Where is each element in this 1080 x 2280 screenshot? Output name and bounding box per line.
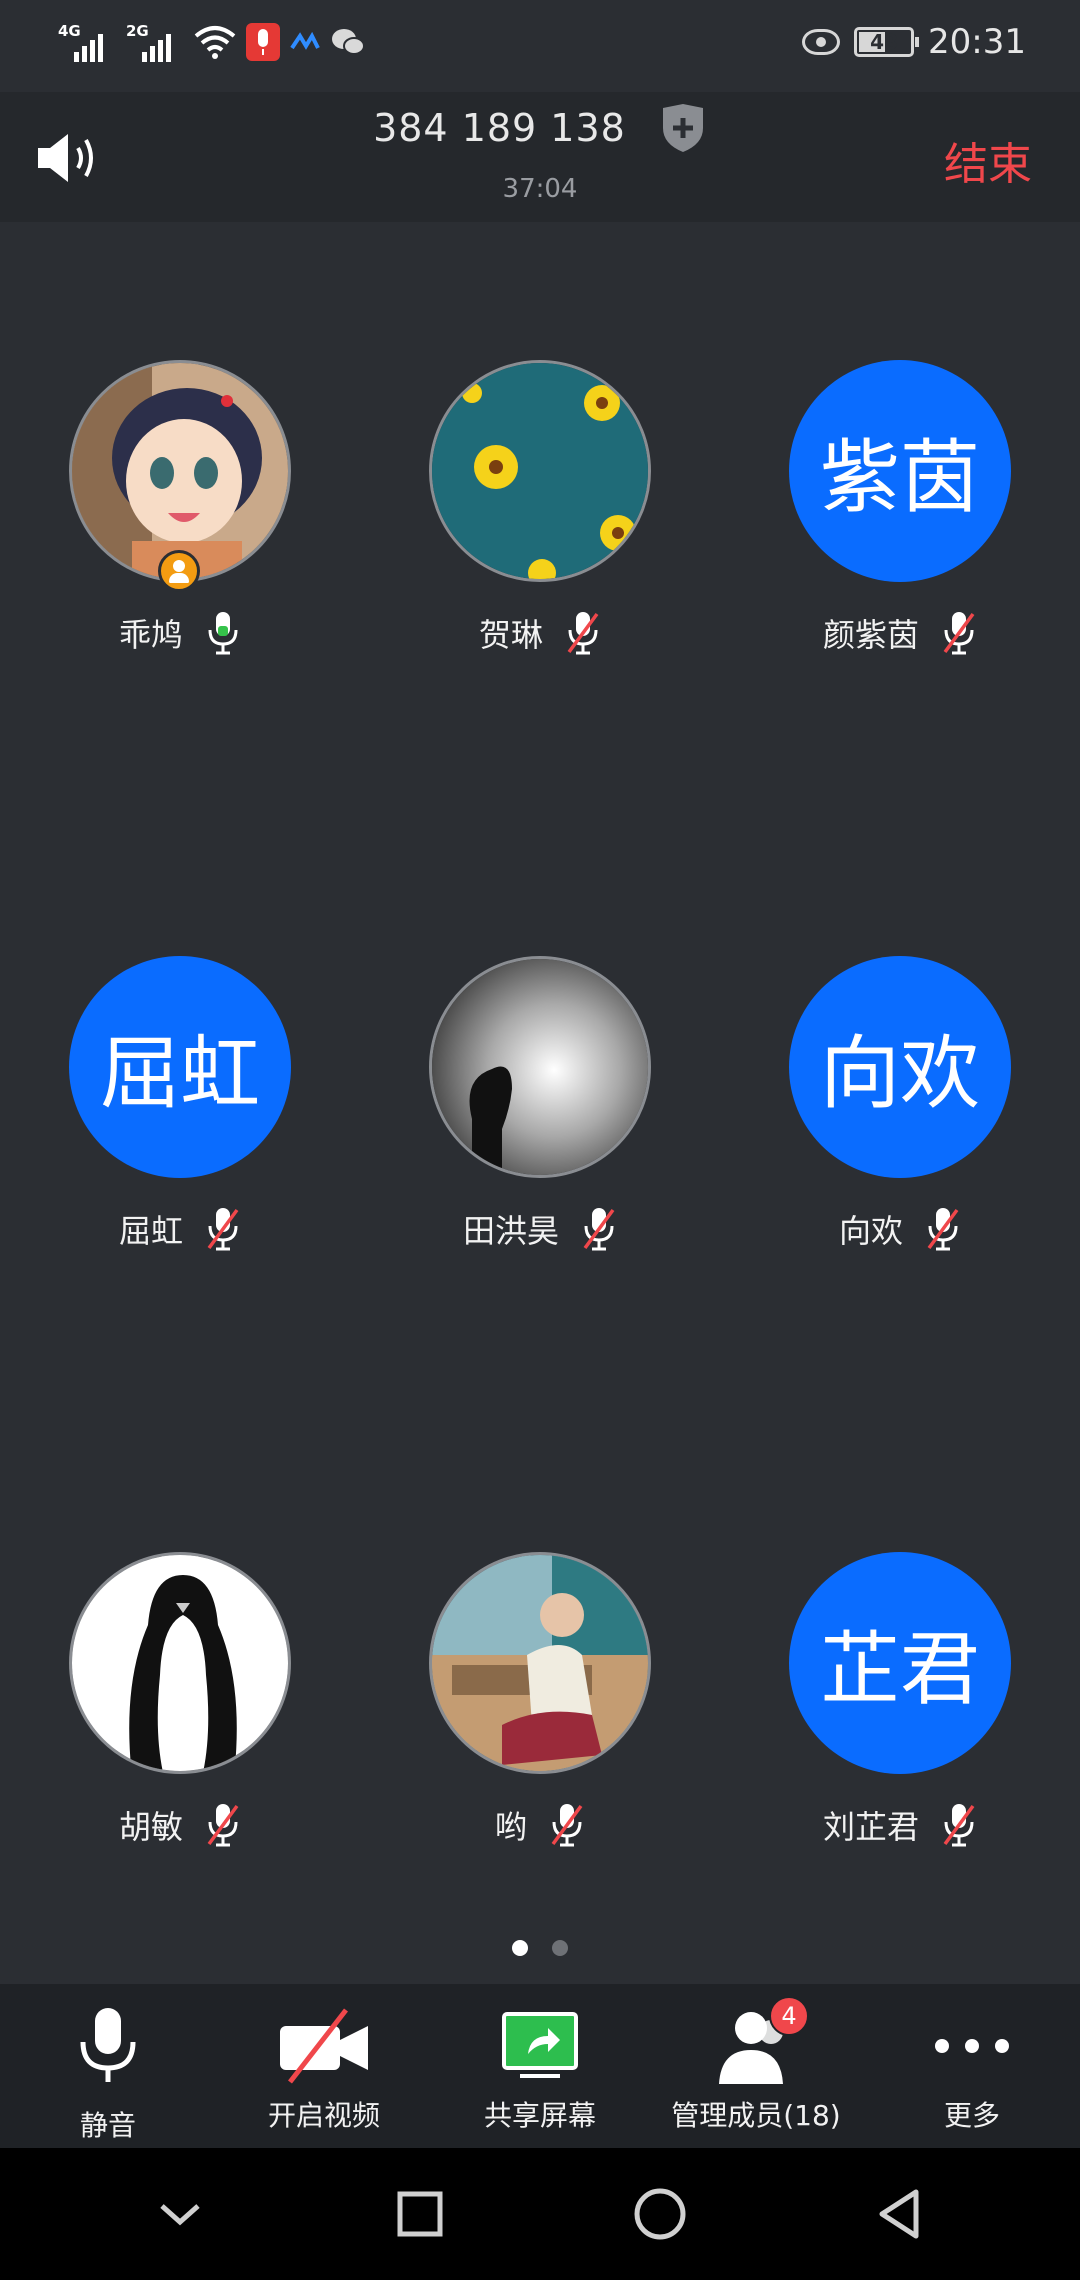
participant-name-row: 屈虹 (0, 1206, 360, 1252)
back-icon[interactable] (860, 2174, 940, 2254)
more-dots-icon (935, 2039, 1009, 2053)
more-button[interactable]: 更多 (864, 1984, 1080, 2148)
participant-name-row: 向欢 (720, 1206, 1080, 1252)
participant-name: 刘芷君 (822, 1808, 919, 1846)
mic-muted-icon (207, 1804, 239, 1847)
participant-tile[interactable]: 胡敏 (0, 1552, 300, 1872)
participant-tile[interactable]: 哟 (360, 1552, 660, 1872)
microphone-icon (80, 2008, 136, 2082)
cellular-signal-icon-2: 2G (126, 22, 184, 62)
avatar-initials: 向欢 (789, 956, 1011, 1178)
status-icons-right: 48 20:31 (802, 22, 1026, 62)
home-icon[interactable] (620, 2174, 700, 2254)
participant-name: 胡敏 (118, 1808, 183, 1846)
meeting-id: 384 189 138 (373, 106, 626, 150)
participant-name-row: 刘芷君 (720, 1802, 1080, 1848)
status-bar: 4G 2G 48 20:31 (0, 0, 1080, 92)
participant-tile[interactable]: 田洪昊 (360, 956, 660, 1276)
members-badge: 4 (769, 1996, 809, 2036)
system-nav-bar (0, 2148, 1080, 2280)
participant-name-row: 乖鸠 (0, 610, 360, 656)
meeting-toolbar: 静音 开启视频 共享屏幕 4 管理成员(18) 更多 (0, 1984, 1080, 2148)
participant-name: 颜紫茵 (822, 616, 919, 654)
app-notification-icon (290, 32, 320, 50)
chevron-down-icon[interactable] (140, 2174, 220, 2254)
mic-muted-icon (567, 612, 599, 655)
video-off-icon (280, 2008, 368, 2084)
participant-name: 贺琳 (478, 616, 543, 654)
start-video-button[interactable]: 开启视频 (216, 1984, 432, 2148)
participant-name-row: 贺琳 (360, 610, 720, 656)
participant-name-row: 颜紫茵 (720, 610, 1080, 656)
page-indicator[interactable] (0, 1940, 1080, 1956)
share-screen-label: 共享屏幕 (483, 2099, 596, 2132)
mute-label: 静音 (79, 2109, 136, 2142)
page-dot[interactable] (552, 1940, 568, 1956)
clock: 20:31 (928, 22, 1026, 62)
participant-name: 哟 (494, 1808, 527, 1846)
share-screen-icon (502, 2012, 578, 2078)
status-icons-left: 4G 2G (58, 22, 366, 62)
mute-button[interactable]: 静音 (0, 1984, 216, 2148)
participant-tile[interactable]: 紫茵 颜紫茵 (720, 360, 1020, 680)
meeting-duration: 37:04 (502, 174, 578, 204)
cellular-signal-icon: 4G (58, 22, 116, 62)
page-dot-active[interactable] (512, 1940, 528, 1956)
participant-name: 田洪昊 (462, 1212, 559, 1250)
avatar-silhouette-photo (429, 956, 651, 1178)
recording-mic-icon (246, 23, 280, 61)
share-screen-button[interactable]: 共享屏幕 (432, 1984, 648, 2148)
mic-muted-icon (583, 1208, 615, 1251)
eye-comfort-icon (802, 29, 841, 55)
participant-name: 向欢 (838, 1212, 903, 1250)
participant-name-row: 田洪昊 (360, 1206, 720, 1252)
meeting-header: 384 189 138 37:04 结束 (0, 92, 1080, 222)
mic-muted-icon (943, 612, 975, 655)
members-icon-wrap: 4 (711, 1996, 809, 2086)
avatar-girl-photo (429, 1552, 651, 1774)
more-label: 更多 (943, 2099, 1000, 2132)
start-video-label: 开启视频 (267, 2099, 380, 2132)
recent-apps-icon[interactable] (380, 2174, 460, 2254)
participant-tile[interactable]: 屈虹 屈虹 (0, 956, 300, 1276)
avatar-anime-girl (69, 360, 291, 582)
participant-name-row: 哟 (360, 1802, 720, 1848)
avatar-penguin (69, 1552, 291, 1774)
participant-name: 乖鸠 (118, 616, 183, 654)
manage-members-label: 管理成员(18) (671, 2099, 841, 2132)
mic-on-icon (208, 612, 238, 655)
meeting-id-row[interactable]: 384 189 138 (0, 102, 1080, 154)
participant-tile[interactable]: 贺琳 (360, 360, 660, 680)
participant-tile[interactable]: 乖鸠 (0, 360, 300, 680)
wechat-icon (332, 29, 365, 55)
mic-muted-icon (207, 1208, 239, 1251)
participant-name: 屈虹 (118, 1212, 183, 1250)
mic-muted-icon (927, 1208, 959, 1251)
wifi-icon (194, 26, 236, 59)
avatar-flower-pattern (429, 360, 651, 582)
manage-members-button[interactable]: 4 管理成员(18) (648, 1984, 864, 2148)
participant-tile[interactable]: 向欢 向欢 (720, 956, 1020, 1276)
battery-level: 48 (870, 30, 898, 54)
battery-icon: 48 (854, 27, 920, 57)
avatar-initials: 芷君 (789, 1552, 1011, 1774)
avatar-initials: 紫茵 (789, 360, 1011, 582)
shield-icon (662, 104, 703, 152)
mic-muted-icon (551, 1804, 583, 1847)
avatar-initials: 屈虹 (69, 956, 291, 1178)
participant-grid: 乖鸠 贺琳 紫茵 颜紫茵 屈虹 屈虹 田洪昊 向欢 向欢 胡敏 哟 芷君 刘芷君 (0, 222, 1080, 1982)
mic-muted-icon (943, 1804, 975, 1847)
host-badge-icon (158, 550, 200, 592)
participant-name-row: 胡敏 (0, 1802, 360, 1848)
participant-tile[interactable]: 芷君 刘芷君 (720, 1552, 1020, 1872)
end-meeting-button[interactable]: 结束 (944, 128, 1032, 192)
